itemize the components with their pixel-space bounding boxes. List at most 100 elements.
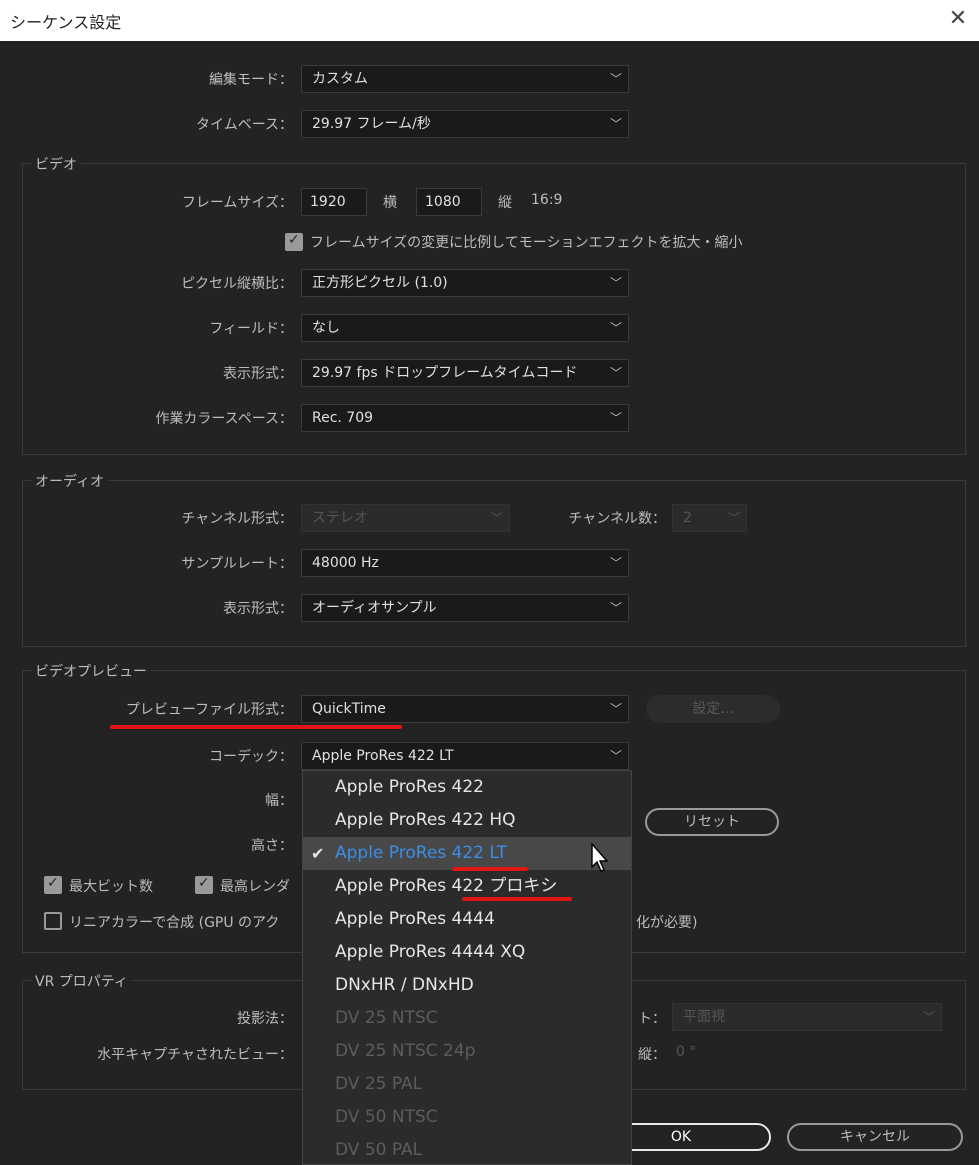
video-group-title: ビデオ bbox=[31, 154, 81, 174]
codec-menu-item-label: Apple ProRes 422 HQ bbox=[335, 810, 516, 830]
vr-group-title: VR プロパティ bbox=[31, 971, 132, 991]
field-dropdown[interactable]: なし ﹀ bbox=[301, 314, 629, 342]
codec-value: Apple ProRes 422 LT bbox=[312, 748, 454, 764]
codec-menu-item-label: Apple ProRes 4444 XQ bbox=[335, 942, 526, 962]
preview-format-value: QuickTime bbox=[312, 701, 386, 717]
chevron-down-icon: ﹀ bbox=[609, 117, 622, 131]
chevron-down-icon: ﹀ bbox=[609, 702, 622, 716]
scale-motion-checkbox[interactable] bbox=[285, 232, 303, 251]
max-render-quality-label: 最高レンダ bbox=[220, 879, 290, 895]
codec-menu-item-disabled: DV 25 NTSC bbox=[303, 1002, 631, 1035]
chevron-down-icon: ﹀ bbox=[607, 360, 622, 386]
audio-group-title: オーディオ bbox=[31, 471, 109, 491]
chevron-down-icon: ﹀ bbox=[922, 1010, 935, 1024]
window-title: シーケンス設定 bbox=[10, 13, 122, 32]
edit-mode-dropdown[interactable]: カスタム ﹀ bbox=[301, 65, 629, 93]
channel-format-dropdown: ステレオ ﹀ bbox=[301, 504, 510, 532]
layout-value: 平面視 bbox=[683, 1009, 725, 1025]
vertical-label: 縦： bbox=[638, 1047, 666, 1063]
codec-menu-item-label: Apple ProRes 422 プロキシ bbox=[335, 876, 558, 896]
timebase-dropdown[interactable]: 29.97 フレーム/秒 ﹀ bbox=[301, 110, 629, 138]
timebase-value: 29.97 フレーム/秒 bbox=[312, 116, 431, 132]
max-bit-depth-checkbox[interactable] bbox=[44, 875, 62, 894]
codec-menu-item-label: Apple ProRes 422 LT bbox=[335, 843, 507, 863]
channel-format-label: チャンネル形式： bbox=[181, 511, 293, 527]
linear-color-checkbox[interactable] bbox=[44, 912, 62, 930]
codec-menu-item[interactable]: Apple ProRes 4444 bbox=[303, 903, 631, 936]
edit-mode-value: カスタム bbox=[312, 71, 368, 87]
preview-settings-button: 設定... bbox=[646, 695, 780, 723]
video-display-format-value: 29.97 fps ドロップフレームタイムコード bbox=[312, 365, 578, 381]
codec-menu-item-label: DV 25 PAL bbox=[335, 1074, 423, 1094]
channel-format-value: ステレオ bbox=[312, 510, 368, 526]
checkmark-icon: ✔ bbox=[311, 844, 325, 863]
codec-menu-item-label: Apple ProRes 4444 bbox=[335, 909, 495, 929]
codec-menu-item[interactable]: DNxHR / DNxHD bbox=[303, 969, 631, 1002]
edit-mode-label: 編集モード： bbox=[209, 72, 293, 88]
mouse-cursor-icon bbox=[591, 843, 609, 872]
frame-height-input[interactable]: 1080 bbox=[416, 188, 482, 216]
aspect-ratio-text: 16:9 bbox=[531, 192, 563, 208]
annotation-underline-proxy bbox=[462, 897, 572, 901]
pixel-aspect-label: ピクセル縦横比： bbox=[181, 276, 293, 292]
annotation-underline-preview-format bbox=[110, 725, 402, 729]
preview-format-dropdown[interactable]: QuickTime ﹀ bbox=[301, 695, 629, 723]
sample-rate-value: 48000 Hz bbox=[312, 555, 379, 571]
codec-menu-item-disabled: DV 50 PAL bbox=[303, 1134, 631, 1164]
field-label: フィールド： bbox=[209, 321, 293, 337]
codec-menu-item[interactable]: Apple ProRes 422 HQ bbox=[303, 804, 631, 837]
codec-menu-item-label: DNxHR / DNxHD bbox=[335, 975, 474, 995]
preview-format-label: プレビューファイル形式： bbox=[125, 702, 293, 718]
chevron-down-icon: ﹀ bbox=[609, 749, 622, 763]
frame-width-unit: 横 bbox=[383, 195, 397, 211]
audio-display-format-value: オーディオサンプル bbox=[312, 600, 437, 616]
height-label: 高さ： bbox=[251, 838, 293, 854]
chevron-down-icon: ﹀ bbox=[609, 556, 622, 570]
codec-menu-item-disabled: DV 25 NTSC 24p bbox=[303, 1035, 631, 1068]
video-display-format-label: 表示形式： bbox=[223, 366, 293, 382]
sample-rate-label: サンプルレート： bbox=[181, 556, 293, 572]
codec-menu-item-label: DV 50 NTSC bbox=[335, 1107, 438, 1127]
chevron-down-icon: ﹀ bbox=[490, 511, 503, 525]
color-space-value: Rec. 709 bbox=[312, 410, 374, 426]
codec-menu-item-label: DV 50 PAL bbox=[335, 1140, 423, 1160]
linear-color-label: リニアカラーで合成 (GPU のアク bbox=[69, 915, 280, 931]
codec-menu-item-label: Apple ProRes 422 bbox=[335, 777, 484, 797]
chevron-down-icon: ﹀ bbox=[609, 601, 622, 615]
width-label: 幅： bbox=[265, 793, 293, 809]
chevron-down-icon: ﹀ bbox=[727, 511, 740, 525]
max-render-quality-checkbox[interactable] bbox=[195, 875, 213, 894]
field-value: なし bbox=[312, 320, 340, 336]
pixel-aspect-dropdown[interactable]: 正方形ピクセル (1.0) ﹀ bbox=[301, 269, 629, 297]
audio-display-format-dropdown[interactable]: オーディオサンプル ﹀ bbox=[301, 594, 629, 622]
frame-size-label: フレームサイズ： bbox=[181, 195, 293, 211]
cancel-button[interactable]: キャンセル bbox=[787, 1123, 963, 1151]
codec-menu-item[interactable]: Apple ProRes 422 bbox=[303, 771, 631, 804]
codec-label: コーデック： bbox=[209, 749, 293, 765]
scale-motion-label: フレームサイズの変更に比例してモーションエフェクトを拡大・縮小 bbox=[310, 235, 743, 251]
chevron-down-icon: ﹀ bbox=[609, 72, 622, 86]
annotation-underline-lt bbox=[452, 867, 528, 871]
title-bar: シーケンス設定 ✕ bbox=[0, 0, 979, 41]
codec-menu[interactable]: Apple ProRes 422 Apple ProRes 422 HQ ✔ Ap… bbox=[302, 770, 632, 1165]
close-icon[interactable]: ✕ bbox=[943, 4, 973, 34]
codec-dropdown[interactable]: Apple ProRes 422 LT ﹀ bbox=[301, 742, 629, 770]
color-space-dropdown[interactable]: Rec. 709 ﹀ bbox=[301, 404, 629, 432]
codec-menu-item[interactable]: Apple ProRes 4444 XQ bbox=[303, 936, 631, 969]
frame-width-input[interactable]: 1920 bbox=[301, 188, 367, 216]
pixel-aspect-value: 正方形ピクセル (1.0) bbox=[312, 275, 448, 291]
codec-menu-item-disabled: DV 50 NTSC bbox=[303, 1101, 631, 1134]
chevron-down-icon: ﹀ bbox=[609, 321, 622, 335]
sample-rate-dropdown[interactable]: 48000 Hz ﹀ bbox=[301, 549, 629, 577]
projection-label: 投影法： bbox=[237, 1011, 293, 1027]
codec-menu-item-disabled: DV 25 PAL bbox=[303, 1068, 631, 1101]
reset-button[interactable]: リセット bbox=[645, 808, 779, 836]
codec-menu-item-label: DV 25 NTSC bbox=[335, 1008, 438, 1028]
chevron-down-icon: ﹀ bbox=[609, 276, 622, 290]
video-preview-group-title: ビデオプレビュー bbox=[31, 661, 151, 681]
vertical-value: 0 ° bbox=[676, 1044, 697, 1060]
codec-menu-item-selected[interactable]: ✔ Apple ProRes 422 LT bbox=[303, 837, 631, 870]
chevron-down-icon: ﹀ bbox=[609, 411, 622, 425]
frame-height-unit: 縦 bbox=[498, 195, 512, 211]
video-display-format-dropdown[interactable]: 29.97 fps ドロップフレームタイムコード ﹀ bbox=[301, 359, 629, 387]
